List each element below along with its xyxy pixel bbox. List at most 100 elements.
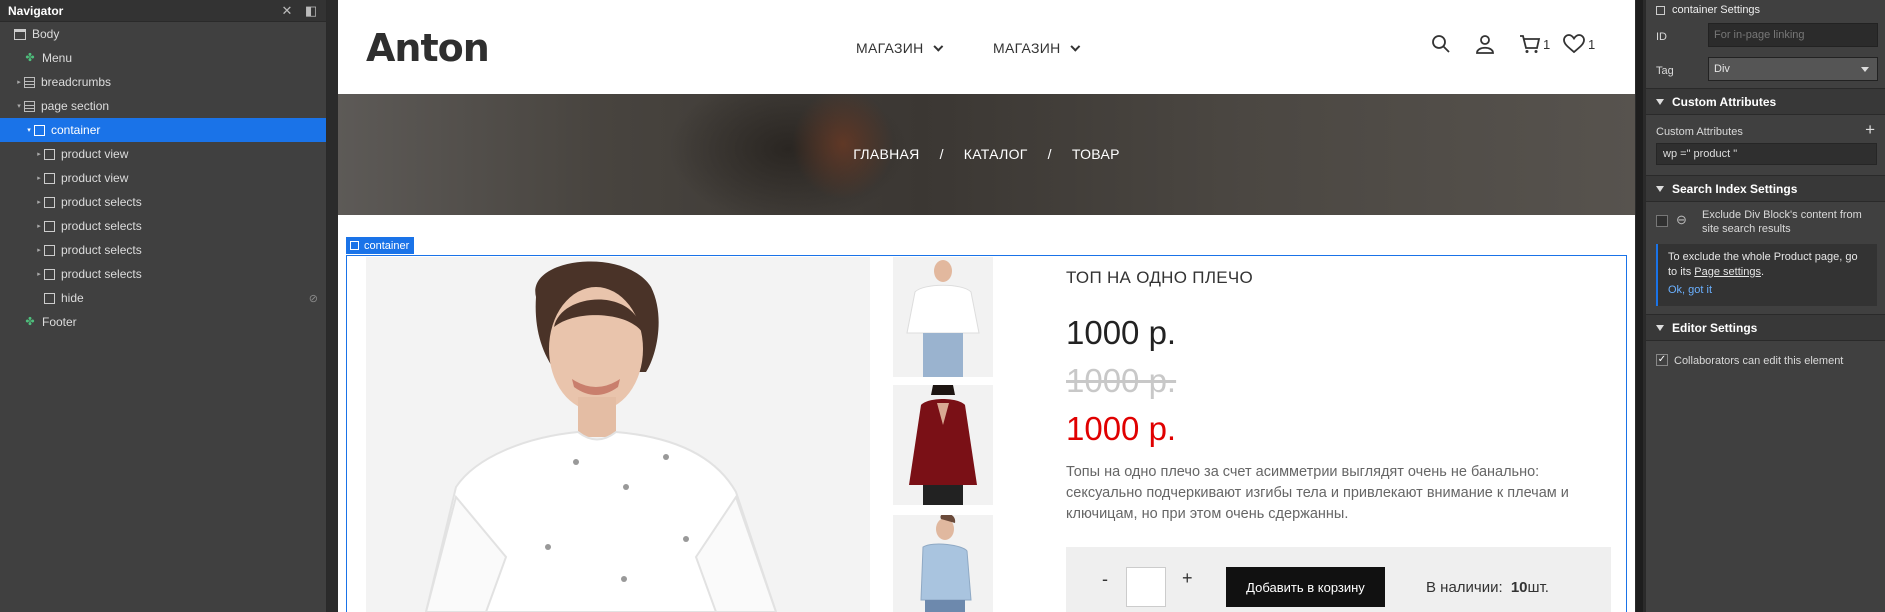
navigator-item-product-selects[interactable]: ▸ product selects — [0, 214, 326, 238]
chevron-down-icon — [1069, 41, 1080, 52]
quantity-input[interactable] — [1126, 567, 1166, 607]
navigator-item-product-selects[interactable]: ▸ product selects — [0, 190, 326, 214]
navigator-item-product-view[interactable]: ▸ product view — [0, 166, 326, 190]
search-exclude-icon: ⊖ — [1676, 212, 1687, 227]
navigator-item-product-selects[interactable]: ▸ product selects — [0, 262, 326, 286]
div-icon — [44, 148, 55, 160]
dock-panel-icon[interactable]: ◧ — [302, 2, 320, 20]
search-icon[interactable] — [1431, 34, 1451, 54]
cart-button[interactable]: 1 — [1519, 34, 1550, 54]
search-index-section-header[interactable]: Search Index Settings — [1646, 175, 1885, 202]
breadcrumb-separator: / — [1047, 146, 1052, 162]
designer-window: Navigator ✕ ◧ Body ✤ Menu ▸ breadcrumbs ▾ page… — [0, 0, 1885, 612]
navigator-item-label: product view — [61, 147, 129, 161]
breadcrumb-separator: / — [939, 146, 944, 162]
qty-minus-button[interactable]: - — [1102, 569, 1108, 590]
div-icon — [44, 220, 55, 232]
site-logo[interactable]: Anton — [366, 26, 490, 70]
navigator-item-menu[interactable]: ✤ Menu — [0, 46, 326, 70]
breadcrumb: ГЛАВНАЯ / КАТАЛОГ / ТОВАР — [338, 146, 1635, 162]
breadcrumb-product: ТОВАР — [1071, 146, 1120, 162]
navigator-item-product-view[interactable]: ▸ product view — [0, 142, 326, 166]
custom-attributes-header: Custom Attributes + — [1646, 115, 1885, 143]
page-settings-link[interactable]: Page settings — [1694, 266, 1761, 278]
navigator-item-label: product selects — [61, 219, 142, 233]
product-title: ТОП НА ОДНО ПЛЕЧО — [1066, 268, 1254, 287]
collapsed-caret-icon[interactable]: ▸ — [34, 270, 44, 278]
navigator-item-label: Footer — [42, 315, 77, 329]
chevron-down-icon — [1861, 67, 1869, 72]
canvas-scrollbar[interactable] — [1636, 0, 1643, 612]
collaborators-checkbox[interactable]: ✓ — [1656, 354, 1668, 366]
collapsed-caret-icon[interactable]: ▸ — [34, 198, 44, 206]
id-input[interactable]: For in-page linking — [1708, 23, 1878, 47]
custom-attributes-section-header[interactable]: Custom Attributes — [1646, 88, 1885, 115]
div-icon — [34, 124, 45, 136]
breadcrumb-home[interactable]: ГЛАВНАЯ — [853, 146, 919, 162]
hidden-eye-icon[interactable]: ⊘ — [309, 292, 318, 305]
navigator-item-product-selects[interactable]: ▸ product selects — [0, 238, 326, 262]
div-icon — [44, 196, 55, 208]
collapsed-caret-icon[interactable]: ▸ — [34, 174, 44, 182]
collapsed-caret-icon[interactable]: ▸ — [34, 150, 44, 158]
navigator-item-page-section[interactable]: ▾ page section — [0, 94, 326, 118]
section-title: Search Index Settings — [1672, 181, 1798, 196]
close-icon[interactable]: ✕ — [278, 2, 296, 20]
menu-link-shop-1[interactable]: МАГАЗИН — [856, 40, 943, 56]
cart-icon — [1520, 35, 1541, 53]
symbol-icon: ✤ — [25, 52, 35, 64]
expanded-caret-icon[interactable]: ▾ — [14, 102, 24, 110]
product-thumbnail[interactable] — [893, 385, 993, 505]
navigator-item-hide[interactable]: hide ⊘ — [0, 286, 326, 310]
custom-attributes-label: Custom Attributes — [1656, 126, 1743, 138]
info-text-end: . — [1760, 266, 1765, 278]
product-price: 1000 р. — [1066, 314, 1177, 351]
settings-panel: container Settings ID For in-page linkin… — [1645, 0, 1885, 612]
section-title: Editor Settings — [1672, 320, 1758, 335]
stock-count: 10 — [1510, 579, 1528, 596]
navigator-item-container[interactable]: ▾ container — [0, 118, 326, 142]
product-thumbnail[interactable] — [893, 257, 993, 377]
collapsed-caret-icon[interactable]: ▸ — [14, 78, 24, 86]
design-canvas[interactable]: Anton МАГАЗИН МАГАЗИН 1 1 ГЛАВНАЯ / КАТА… — [338, 0, 1635, 612]
ok-got-it-link[interactable]: Ok, got it — [1668, 283, 1869, 298]
product-old-price: 1000 р. — [1066, 362, 1177, 399]
navigator-item-body[interactable]: Body — [0, 22, 326, 46]
tag-select[interactable]: Div — [1708, 57, 1878, 81]
add-to-cart-button[interactable]: Добавить в корзину — [1226, 567, 1385, 607]
editor-settings-section-header[interactable]: Editor Settings — [1646, 314, 1885, 341]
collapse-triangle-icon — [1656, 185, 1664, 192]
custom-attribute-item[interactable]: wp =" product " — [1656, 143, 1877, 165]
collapsed-caret-icon[interactable]: ▸ — [34, 246, 44, 254]
menu-link-shop-2[interactable]: МАГАЗИН — [993, 40, 1080, 56]
id-field-row: ID For in-page linking — [1646, 20, 1885, 54]
selected-element-tag[interactable]: container — [346, 237, 415, 254]
collapse-triangle-icon — [1656, 98, 1664, 105]
collapsed-caret-icon[interactable]: ▸ — [34, 222, 44, 230]
expanded-caret-icon[interactable]: ▾ — [24, 126, 34, 134]
navigator-item-label: Menu — [42, 51, 73, 65]
menu-link-label: МАГАЗИН — [856, 40, 924, 56]
wishlist-button[interactable]: 1 — [1563, 34, 1595, 54]
menu-link-label: МАГАЗИН — [993, 40, 1061, 56]
navigator-item-label: product selects — [61, 195, 142, 209]
navigator-panel: Navigator ✕ ◧ Body ✤ Menu ▸ breadcrumbs ▾ page… — [0, 0, 327, 612]
product-thumbnail[interactable] — [893, 515, 993, 612]
navigator-item-footer[interactable]: ✤ Footer — [0, 310, 326, 334]
stock-unit: шт. — [1527, 579, 1549, 596]
id-label: ID — [1656, 31, 1667, 43]
div-icon — [44, 292, 55, 304]
stock-label: В наличии: — [1426, 579, 1503, 596]
user-icon[interactable] — [1475, 34, 1495, 54]
section-icon — [24, 76, 35, 88]
exclude-search-checkbox[interactable] — [1656, 215, 1668, 227]
navigator-item-label: breadcrumbs — [41, 75, 112, 89]
navigator-item-breadcrumbs[interactable]: ▸ breadcrumbs — [0, 70, 326, 94]
product-main-image[interactable] — [366, 257, 870, 612]
navigator-item-label: product selects — [61, 243, 142, 257]
breadcrumb-catalog[interactable]: КАТАЛОГ — [964, 146, 1028, 162]
qty-plus-button[interactable]: + — [1182, 568, 1193, 589]
navigator-item-label: container — [51, 123, 101, 137]
collaborators-label: Collaborators can edit this element — [1674, 355, 1844, 367]
add-attribute-button[interactable]: + — [1865, 120, 1875, 140]
